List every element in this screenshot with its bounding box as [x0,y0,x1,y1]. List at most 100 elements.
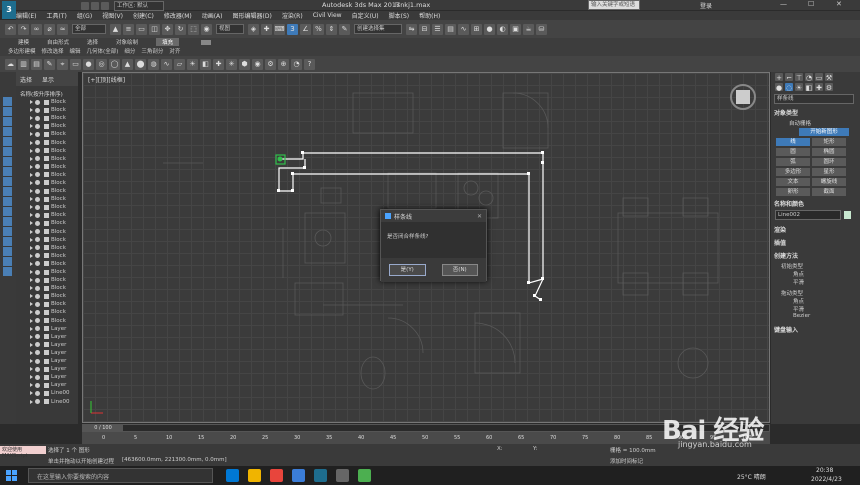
explorer-item[interactable]: Block [16,179,78,187]
expand-arrow-icon[interactable] [30,213,33,218]
expand-arrow-icon[interactable] [30,294,33,299]
visibility-eye-icon[interactable] [35,382,40,388]
display-cameras-icon[interactable] [3,137,12,146]
explorer-item[interactable]: Layer [16,349,78,357]
expand-arrow-icon[interactable] [30,164,33,169]
explorer-item[interactable]: Block [16,203,78,211]
ellipse-button[interactable]: 椭圆 [812,148,846,156]
helpers-icon[interactable]: ✚ [815,83,823,92]
expand-arrow-icon[interactable] [30,205,33,210]
expand-arrow-icon[interactable] [30,326,33,331]
expand-arrow-icon[interactable] [30,270,33,275]
freeze-icon[interactable] [44,229,49,235]
freeze-icon[interactable] [44,277,49,283]
render-frame-icon[interactable]: ▣ [510,23,521,35]
geometry-icon[interactable]: ● [775,83,783,92]
ribbon-tab[interactable]: 建模 [18,38,29,46]
freeze-icon[interactable] [44,196,49,202]
login-link[interactable]: 登录 [700,1,712,10]
explorer-item[interactable]: Block [16,147,78,155]
clock-date[interactable]: 2022/4/23 [811,476,842,483]
rectangle-button[interactable]: 矩形 [812,138,846,146]
time-slider-thumb[interactable]: 0 / 100 [83,425,123,431]
donut-button[interactable]: 圆环 [812,158,846,166]
render-production-icon[interactable]: ⛁ [536,23,547,35]
rectangle-icon[interactable]: ▱ [174,58,185,70]
menu-item[interactable]: 工具(T) [46,11,66,20]
initial-corner-radio[interactable]: 角点 [771,270,860,278]
freeze-icon[interactable] [44,140,49,146]
freeze-icon[interactable] [44,164,49,170]
add-time-tag[interactable]: 添加时间标记 [610,457,643,465]
display-tab-icon[interactable]: ▭ [815,73,823,82]
visibility-eye-icon[interactable] [35,156,40,162]
new-icon[interactable] [81,2,89,10]
visibility-eye-icon[interactable] [35,188,40,194]
move-icon[interactable]: ✥ [162,23,173,35]
keyboard-entry-header[interactable]: 键盘输入 [771,323,860,336]
expand-arrow-icon[interactable] [30,100,33,105]
systems-icon[interactable]: ⚙ [825,83,833,92]
hierarchy-icon[interactable]: ⊕ [278,58,289,70]
visibility-eye-icon[interactable] [35,245,40,251]
ribbon-subtab[interactable]: 三角剖分 [141,47,163,55]
explorer-item[interactable]: Layer [16,381,78,389]
explorer-item[interactable]: Block [16,155,78,163]
edit-named-sel-icon[interactable]: ✎ [339,23,350,35]
tube-icon[interactable]: ◍ [148,58,159,70]
helix-button[interactable]: 螺旋线 [812,178,846,186]
help-icon[interactable]: ? [304,58,315,70]
visibility-eye-icon[interactable] [35,318,40,324]
freeze-icon[interactable] [44,253,49,259]
menu-item[interactable]: 帮助(H) [419,11,440,20]
ribbon-tab[interactable]: 对象绘制 [116,38,138,46]
initial-smooth-radio[interactable]: 平滑 [771,278,860,286]
ribbon-subtab[interactable]: 编辑 [70,47,81,55]
visibility-eye-icon[interactable] [35,342,40,348]
menu-item[interactable]: 图形编辑器(D) [233,11,272,20]
expand-arrow-icon[interactable] [30,156,33,161]
yes-button[interactable]: 是(Y) [389,264,426,276]
interpolation-header[interactable]: 插值 [771,236,860,249]
viewport-label[interactable]: [+][顶][线框] [88,75,125,84]
expand-arrow-icon[interactable] [30,399,33,404]
freeze-icon[interactable] [44,261,49,267]
freeze-icon[interactable] [44,390,49,396]
visibility-eye-icon[interactable] [35,204,40,210]
visibility-eye-icon[interactable] [35,269,40,275]
hierarchy-tab-icon[interactable]: ⊤ [795,73,803,82]
expand-arrow-icon[interactable] [30,124,33,129]
visibility-eye-icon[interactable] [35,301,40,307]
find-icon[interactable] [3,267,12,276]
redo-icon[interactable]: ↷ [18,23,29,35]
freeze-icon[interactable] [44,350,49,356]
freeze-icon[interactable] [44,285,49,291]
freeze-icon[interactable] [44,382,49,388]
visibility-eye-icon[interactable] [35,212,40,218]
cone-icon[interactable]: ▲ [122,58,133,70]
menu-item[interactable]: 自定义(U) [352,11,379,20]
freeze-icon[interactable] [44,237,49,243]
percent-snap-icon[interactable]: % [313,23,324,35]
explorer-item[interactable]: Layer [16,325,78,333]
windows-start-icon[interactable] [6,470,17,481]
explorer-item[interactable]: Block [16,228,78,236]
scene-explorer-icon[interactable]: ▤ [445,23,456,35]
freeze-icon[interactable] [44,301,49,307]
arc-button[interactable]: 弧 [776,158,810,166]
lights-icon[interactable]: ☀ [795,83,803,92]
display-none-icon[interactable] [3,237,12,246]
explorer-item[interactable]: Line00 [16,389,78,397]
explorer-item[interactable]: Block [16,252,78,260]
modifier-icon[interactable]: ⚙ [265,58,276,70]
object-type-header[interactable]: 对象类型 [771,106,860,119]
display-helpers-icon[interactable] [3,147,12,156]
bind-icon[interactable]: ≈ [57,23,68,35]
display-objects-icon[interactable] [3,97,12,106]
freeze-icon[interactable] [44,131,49,137]
display-hidden-icon[interactable] [3,217,12,226]
freeze-icon[interactable] [44,188,49,194]
ngon-button[interactable]: 多边形 [776,168,810,176]
manipulate-icon[interactable]: ✚ [261,23,272,35]
visibility-eye-icon[interactable] [35,334,40,340]
